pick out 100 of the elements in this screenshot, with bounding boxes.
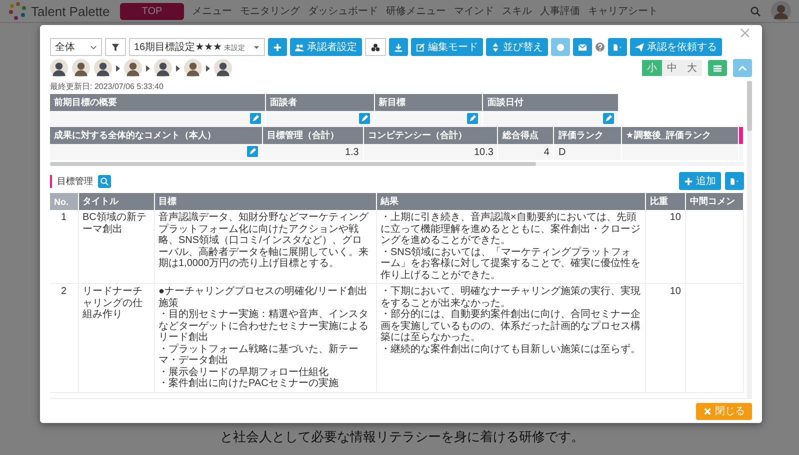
pencil-icon	[604, 114, 614, 124]
cluster-icon	[371, 42, 380, 52]
goal-text: ●ナーチャリングプロセスの明確化/リード創出施策	[158, 286, 368, 308]
column-header: 面談日付	[482, 94, 619, 111]
goal-text: ・案件創出に向けたPACセミナーの実施	[158, 378, 340, 390]
approver-avatar[interactable]	[214, 59, 232, 77]
background-text: と社会人として必要な情報リテラシーを身に着ける研修です。	[220, 428, 585, 446]
table-cell: 1	[50, 210, 78, 284]
result-text: ・部分的には、自動要約案件創出に向け、合同セミナー企画を実施しているものの、体系だった計画的なプロセス構築には至らなかった。	[380, 309, 641, 344]
mail-button[interactable]	[573, 38, 592, 56]
approver-avatar[interactable]	[50, 59, 68, 77]
column-header: 目標管理（合計）	[262, 127, 364, 144]
edit-button[interactable]	[603, 113, 614, 124]
collapse-button[interactable]	[733, 59, 752, 77]
pencil-icon	[248, 147, 257, 156]
search-icon[interactable]	[750, 6, 761, 16]
file-dropdown-button[interactable]	[608, 38, 627, 56]
column-header: No.	[50, 193, 78, 210]
request-approval-button[interactable]: 承認を依頼する	[630, 38, 722, 56]
edit-mode-button[interactable]: 編集モード	[411, 38, 483, 56]
result-text: ・下期において、明確なナーチャリング施策の実行、実現をすることが出来なかった。	[380, 286, 641, 308]
file-icon	[613, 42, 622, 52]
result-text: ・継続的な案件創出に向けても目新しい施策には至らず。	[380, 344, 641, 355]
plus-icon	[273, 42, 282, 52]
edit-button[interactable]	[358, 113, 370, 124]
scope-select[interactable]: 全体	[50, 38, 102, 56]
column-header: ★調整後_評価ランク	[621, 127, 738, 144]
last-updated-text: 最終更新日: 2023/07/06 5:33:40	[50, 81, 164, 92]
size-toggle[interactable]: 中	[662, 60, 682, 76]
close-icon	[703, 406, 712, 416]
people-icon	[295, 42, 304, 52]
approver-avatar[interactable]	[184, 59, 202, 77]
search-icon	[100, 176, 109, 186]
filter-button[interactable]	[105, 38, 126, 56]
column-header: 評価ランク	[554, 127, 622, 144]
result-text: ・SNS領域においては、「マーケティングプラットフォーム」をお客様に対して提案することで、確実に優位性を作り上げることができた。	[380, 246, 641, 281]
approver-settings-button[interactable]: 承認者設定	[290, 38, 362, 56]
send-icon	[635, 42, 644, 52]
approver-avatar[interactable]	[154, 59, 172, 77]
file-icon	[730, 176, 739, 186]
close-button[interactable]	[738, 26, 752, 40]
approver-avatar[interactable]	[94, 59, 112, 77]
file-dropdown-button[interactable]	[725, 172, 744, 190]
arrow-icon	[206, 64, 210, 72]
goal-text: 音声認識データ、知財分野などマーケティングプラットフォーム化に向けたアクションや戦略、SNS領域（口コミ/インスタなど）、グローバル、高齢者データを軸に展開していく。来期は1,0000万円の売り上げ目標とする。	[158, 212, 370, 270]
edit-button[interactable]	[467, 113, 478, 124]
nav-item[interactable]: キャリアシート	[588, 4, 658, 18]
column-header: 面談者	[266, 94, 374, 111]
pencil-icon	[360, 114, 369, 124]
plus-icon	[684, 176, 693, 186]
table-view-button[interactable]	[708, 60, 727, 76]
column-header: 新目標	[374, 94, 483, 111]
nav-item[interactable]: TOP	[120, 2, 184, 20]
close-button[interactable]: 閉じる	[696, 402, 752, 420]
add-goal-button[interactable]: 追加	[679, 172, 721, 190]
result-text: ・上期に引き続き、音声認識×自動要約においては、先頭に立って機能理解を進めるとともに、案件創出・クロージングを進めることができた。	[380, 212, 641, 246]
size-toggle[interactable]: 小	[642, 60, 662, 76]
caret-icon	[90, 44, 97, 50]
nav-item[interactable]: 研修メニュー	[386, 4, 446, 18]
add-button[interactable]	[268, 38, 287, 56]
table-cell: 4	[498, 144, 554, 160]
mail-icon	[578, 42, 587, 52]
close-icon	[740, 28, 750, 38]
nav-item[interactable]: メニュー	[192, 4, 232, 18]
table-cell: 10.3	[363, 144, 498, 160]
column-header: コンピテンシー（合計）	[363, 127, 498, 144]
cluster-button[interactable]	[365, 38, 386, 56]
edit-button[interactable]	[250, 113, 262, 124]
chevron-up-icon	[738, 64, 747, 72]
column-header: 結果	[376, 193, 646, 210]
search-button[interactable]	[98, 174, 111, 188]
column-header: 目標	[154, 193, 376, 210]
download-icon	[394, 42, 403, 52]
arrow-icon	[146, 64, 150, 72]
help-icon[interactable]	[595, 42, 605, 52]
column-header: 総合得点	[498, 127, 554, 144]
column-header: 成果に対する全体的なコメント（本人）	[50, 127, 262, 144]
user-avatar[interactable]	[771, 1, 791, 21]
nav-item[interactable]: ダッシュボード	[308, 4, 378, 18]
size-toggle[interactable]: 大	[682, 60, 702, 76]
table-icon	[713, 64, 722, 72]
nav-item[interactable]: スキル	[502, 4, 532, 18]
approver-avatar[interactable]	[124, 59, 142, 77]
vertical-scrollbar[interactable]	[747, 81, 752, 398]
table-cell: リードナーチャリングの仕組み作り	[78, 284, 154, 392]
horizontal-scrollbar[interactable]	[50, 162, 744, 166]
nav-item[interactable]: 人事評価	[540, 4, 580, 18]
comment-button[interactable]	[551, 38, 570, 56]
logo-text: Talent Palette	[31, 4, 110, 18]
arrow-icon	[176, 64, 180, 72]
approver-avatar[interactable]	[72, 59, 90, 77]
filter-icon	[111, 42, 120, 52]
nav-item[interactable]: モニタリング	[240, 4, 300, 18]
sort-button[interactable]: 並び替え	[486, 38, 548, 56]
edit-icon	[416, 42, 425, 52]
arrow-icon	[116, 64, 120, 72]
nav-item[interactable]: マインド	[454, 4, 494, 18]
logo-icon	[8, 1, 28, 21]
table-cell: D	[554, 144, 622, 160]
edit-button[interactable]	[246, 146, 258, 158]
